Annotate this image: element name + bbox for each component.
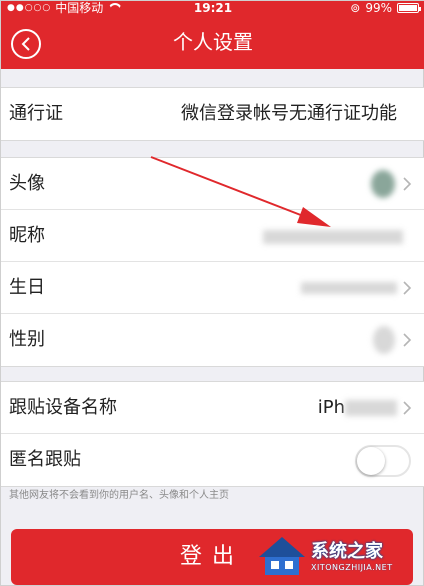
device-name-blur	[345, 400, 397, 416]
chevron-right-icon	[403, 281, 412, 295]
anonymous-note: 其他网友将不会看到你的用户名、头像和个人主页	[9, 490, 229, 501]
battery-icon	[397, 3, 421, 13]
row-label: 头像	[9, 173, 45, 194]
chevron-right-icon	[403, 401, 412, 415]
row-label: 匿名跟贴	[9, 449, 81, 470]
row-passport[interactable]: 通行证 微信登录帐号无通行证功能	[1, 88, 424, 140]
row-anonymous: 匿名跟贴	[1, 434, 424, 486]
row-gender[interactable]: 性别	[1, 314, 424, 366]
row-value: 微信登录帐号无通行证功能	[181, 103, 397, 124]
row-label: 通行证	[9, 103, 63, 124]
passport-group: 通行证 微信登录帐号无通行证功能	[1, 87, 424, 141]
gender-value	[373, 326, 395, 354]
row-label: 跟贴设备名称	[9, 397, 117, 418]
logout-button[interactable]: 登出	[11, 529, 413, 585]
status-bar: ●●○○○ 中国移动 19:21 ⊚ 99%	[1, 1, 424, 15]
header-bar: ●●○○○ 中国移动 19:21 ⊚ 99% 个人设置	[1, 1, 424, 69]
birthday-value	[301, 282, 397, 294]
toggle-knob	[357, 447, 385, 475]
row-label: 性别	[9, 329, 45, 350]
device-name-value: iPh	[317, 397, 345, 418]
row-label: 昵称	[9, 225, 45, 246]
avatar	[371, 170, 395, 198]
nickname-value	[263, 230, 403, 244]
anonymous-toggle[interactable]	[355, 445, 411, 477]
comment-group: 跟贴设备名称 iPh 匿名跟贴	[1, 381, 424, 487]
battery-label: 99%	[365, 1, 392, 15]
page-title: 个人设置	[173, 30, 253, 54]
row-label: 生日	[9, 277, 45, 298]
rotation-lock-icon: ⊚	[350, 1, 361, 15]
row-birthday[interactable]: 生日	[1, 262, 424, 314]
profile-group: 头像 昵称 生日 性别	[1, 157, 424, 367]
row-avatar[interactable]: 头像	[1, 158, 424, 210]
row-device-name[interactable]: 跟贴设备名称 iPh	[1, 382, 424, 434]
chevron-right-icon	[403, 333, 412, 347]
row-nickname[interactable]: 昵称	[1, 210, 424, 262]
chevron-right-icon	[403, 177, 412, 191]
